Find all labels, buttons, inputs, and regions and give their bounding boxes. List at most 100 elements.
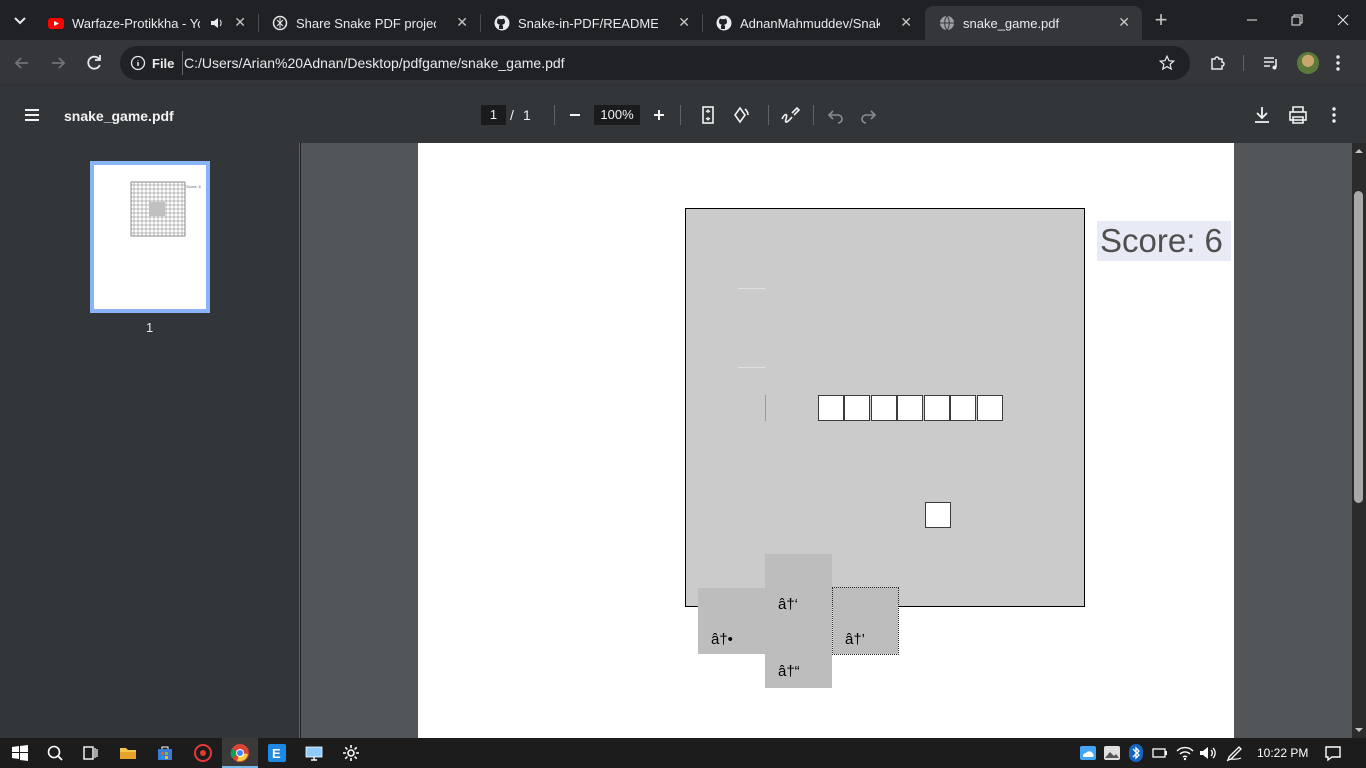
close-tab-icon[interactable]: ✕: [456, 14, 468, 31]
rotate-button[interactable]: [728, 103, 752, 127]
redo-icon: [861, 110, 877, 124]
clock[interactable]: 10:22 PM: [1257, 746, 1308, 760]
microsoft-store-icon[interactable]: [155, 743, 175, 763]
tab-github-repo[interactable]: AdnanMahmuddev/Snake-in-PDF ✕: [702, 6, 924, 40]
pdf-viewport: â†• â†‘ â†“ â†’ Score: 6: [301, 143, 1352, 738]
battery-plug-icon[interactable]: [1150, 743, 1170, 763]
scrollbar-thumb[interactable]: [1354, 191, 1363, 503]
page-separator: /: [510, 107, 514, 123]
chatgpt-icon: [272, 15, 288, 31]
tab-chatgpt[interactable]: Share Snake PDF project ✕: [258, 6, 480, 40]
search-icon[interactable]: [45, 743, 65, 763]
reload-button[interactable]: [82, 51, 106, 75]
scheme-label: File: [152, 55, 175, 71]
snake-segment: [818, 395, 844, 421]
profile-avatar[interactable]: [1297, 52, 1319, 74]
site-info-chip[interactable]: File: [128, 51, 184, 75]
grid-trace: [765, 395, 766, 421]
pen-workspace-icon[interactable]: [1225, 743, 1245, 763]
tab-title: snake_game.pdf: [963, 15, 1060, 31]
tab-title: Share Snake PDF project: [296, 15, 436, 31]
globe-icon: [940, 15, 954, 31]
control-up-button[interactable]: â†‘: [765, 554, 832, 654]
thumbnail-sidebar: Score: 6 1: [0, 143, 300, 738]
tab-search-button[interactable]: [8, 8, 32, 32]
snake-segment: [897, 395, 923, 421]
thumbnail-page-label: 1: [146, 320, 154, 335]
more-actions-button[interactable]: [1322, 103, 1346, 127]
close-tab-icon[interactable]: ✕: [900, 14, 912, 31]
control-right-button[interactable]: â†’: [832, 587, 899, 655]
page-number-input[interactable]: 1: [481, 105, 506, 125]
tab-github-readme[interactable]: Snake-in-PDF/README.md at main ✕: [480, 6, 702, 40]
vertical-scrollbar[interactable]: [1352, 143, 1366, 738]
undo-button[interactable]: [824, 103, 848, 127]
tab-title: Warfaze-Protikkha - YouTube: [72, 15, 200, 31]
settings-gear-icon[interactable]: [341, 743, 361, 763]
windows-start-icon[interactable]: [10, 743, 30, 763]
page-thumbnail[interactable]: Score: 6: [90, 161, 210, 313]
snake-head: [977, 395, 1003, 421]
download-button[interactable]: [1250, 103, 1274, 127]
grid-trace: [738, 288, 765, 289]
scroll-up-arrow-icon[interactable]: [1352, 145, 1366, 157]
svg-text:E: E: [272, 746, 281, 761]
tab-strip: Warfaze-Protikkha - YouTube ✕ Share Snak…: [0, 0, 1366, 40]
close-tab-icon[interactable]: ✕: [678, 14, 690, 31]
close-tab-icon[interactable]: ✕: [1118, 14, 1130, 31]
annotate-button[interactable]: [778, 103, 802, 127]
print-button[interactable]: [1286, 103, 1310, 127]
plus-icon: [654, 110, 664, 120]
arrow-right-icon: [52, 57, 66, 69]
extensions-button[interactable]: [1206, 51, 1230, 75]
reload-icon: [87, 55, 101, 70]
media-controls-button[interactable]: [1259, 51, 1283, 75]
remote-desktop-icon[interactable]: [304, 743, 324, 763]
speaker-icon[interactable]: [210, 16, 224, 30]
close-window-button[interactable]: [1331, 8, 1355, 32]
minimize-button[interactable]: [1240, 8, 1264, 32]
food-item: [925, 502, 951, 528]
kebab-menu-icon: [1336, 55, 1340, 71]
onedrive-icon[interactable]: [1078, 743, 1098, 763]
app-red-icon[interactable]: [193, 743, 213, 763]
file-explorer-icon[interactable]: [118, 743, 138, 763]
zoom-out-button[interactable]: [563, 103, 587, 127]
edge-e-icon[interactable]: E: [267, 743, 287, 763]
chrome-icon[interactable]: [230, 743, 250, 763]
fit-page-icon: [702, 106, 714, 124]
snake-segment: [844, 395, 870, 421]
back-button[interactable]: [10, 51, 34, 75]
notification-icon[interactable]: [1323, 743, 1343, 763]
sidebar-toggle-button[interactable]: [20, 103, 44, 127]
photos-icon[interactable]: [1102, 743, 1122, 763]
new-tab-button[interactable]: +: [1149, 8, 1173, 32]
github-icon: [716, 15, 732, 31]
url-text[interactable]: C:/Users/Arian%20Adnan/Desktop/pdfgame/s…: [184, 55, 565, 71]
task-view-icon[interactable]: [80, 743, 100, 763]
chrome-menu-button[interactable]: [1326, 51, 1350, 75]
fit-to-page-button[interactable]: [696, 103, 720, 127]
address-bar[interactable]: File C:/Users/Arian%20Adnan/Desktop/pdfg…: [120, 46, 1190, 80]
close-tab-icon[interactable]: ✕: [234, 14, 246, 31]
svg-text:Score: 6: Score: 6: [186, 184, 202, 189]
control-down-button[interactable]: â†“: [765, 654, 832, 688]
control-left-button[interactable]: â†•: [698, 588, 765, 654]
zoom-input[interactable]: 100%: [594, 105, 640, 125]
forward-button[interactable]: [46, 51, 70, 75]
star-icon[interactable]: [1158, 54, 1176, 72]
volume-icon[interactable]: [1198, 743, 1218, 763]
wifi-icon[interactable]: [1175, 743, 1195, 763]
control-left-label: â†•: [711, 631, 733, 648]
scroll-down-arrow-icon[interactable]: [1352, 724, 1366, 736]
redo-button[interactable]: [856, 103, 880, 127]
bluetooth-icon[interactable]: [1126, 743, 1146, 763]
browser-toolbar: File C:/Users/Arian%20Adnan/Desktop/pdfg…: [0, 40, 1366, 86]
toolbar-divider: [680, 105, 681, 125]
total-pages: 1: [523, 107, 531, 123]
tab-youtube[interactable]: Warfaze-Protikkha - YouTube ✕: [34, 6, 258, 40]
windows-taskbar: E 10:22 PM: [0, 738, 1366, 768]
restore-button[interactable]: [1285, 8, 1309, 32]
tab-snake-pdf[interactable]: snake_game.pdf ✕: [925, 6, 1142, 40]
zoom-in-button[interactable]: [647, 103, 671, 127]
